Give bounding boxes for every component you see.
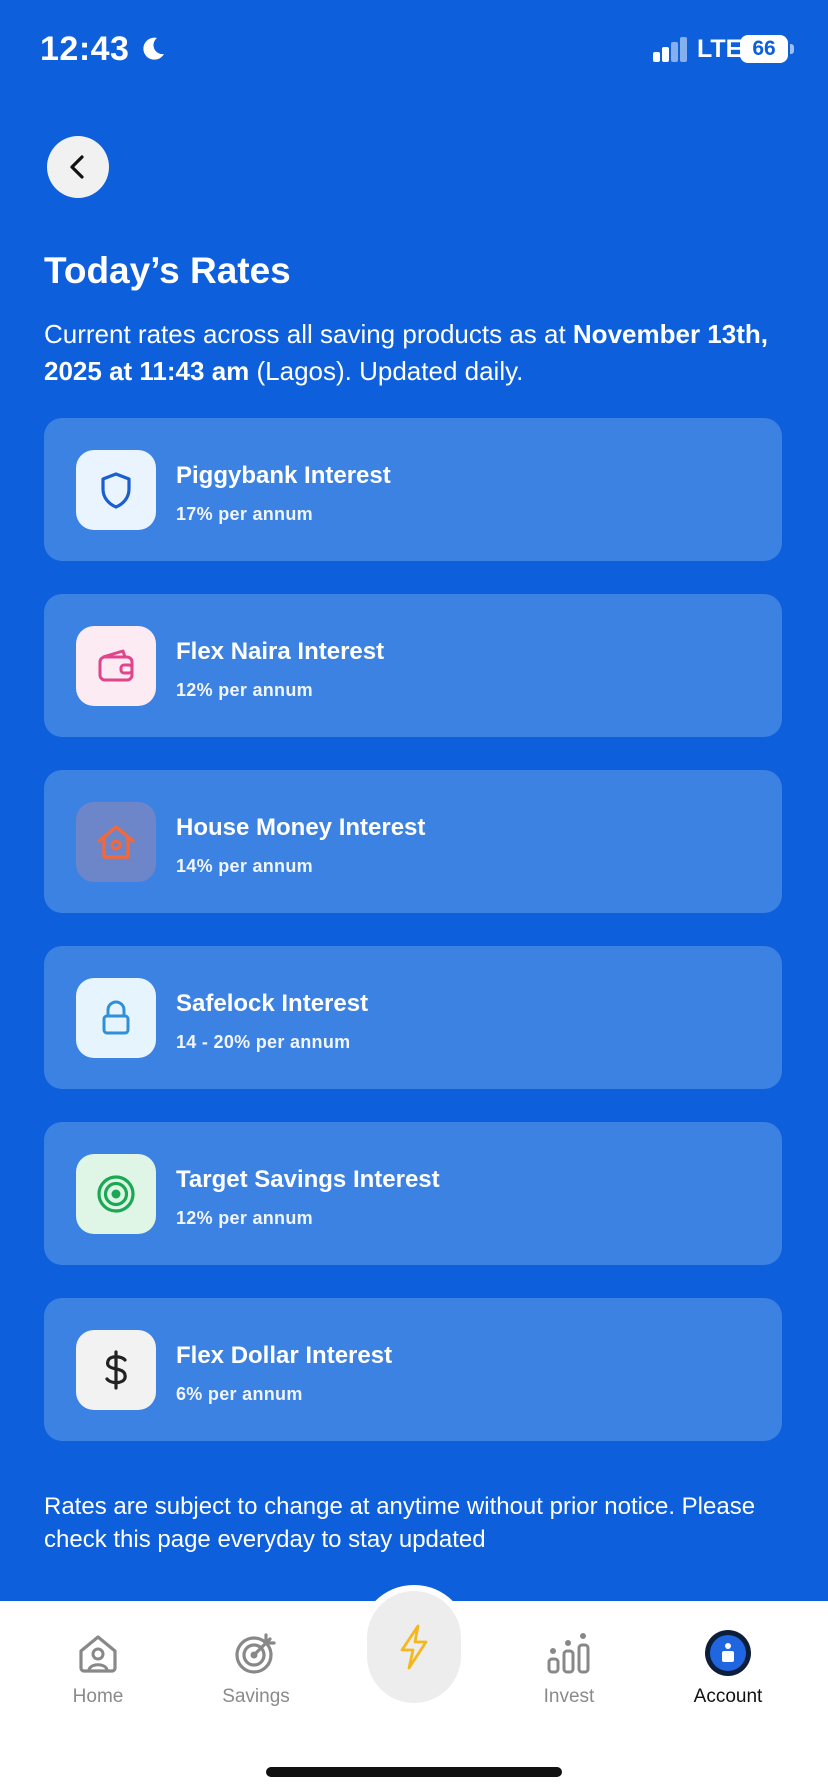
rate-card-target-savings[interactable]: Target Savings Interest 12% per annum [44, 1122, 782, 1265]
wallet-icon [98, 649, 134, 682]
rate-icon-box [76, 1330, 156, 1410]
lock-icon [102, 1000, 130, 1035]
back-button[interactable] [47, 136, 109, 198]
tab-home[interactable]: Home [33, 1628, 163, 1718]
target-icon [97, 1175, 135, 1213]
rate-card-flex-naira[interactable]: Flex Naira Interest 12% per annum [44, 594, 782, 737]
rate-name: Flex Naira Interest [176, 638, 385, 665]
rate-icon-box [76, 802, 156, 882]
tab-label: Account [693, 1686, 763, 1707]
account-icon [705, 1630, 751, 1676]
home-indicator [266, 1767, 562, 1777]
subtitle-suffix: (Lagos). Updated daily. [249, 356, 524, 386]
rate-card-flex-dollar[interactable]: Flex Dollar Interest 6% per annum [44, 1298, 782, 1441]
rate-value: 14 - 20% per annum [176, 1032, 351, 1052]
dollar-icon [105, 1350, 127, 1390]
subtitle-prefix: Current rates across all saving products… [44, 319, 573, 349]
lightning-icon [400, 1624, 428, 1670]
home-icon [79, 1635, 117, 1673]
page-title: Today’s Rates [44, 250, 291, 291]
rates-footnote: Rates are subject to change at anytime w… [44, 1493, 756, 1553]
savings-target-icon [235, 1633, 276, 1674]
rates-subtitle: Current rates across all saving products… [44, 316, 784, 390]
invest-chart-icon [547, 1633, 590, 1674]
battery-tip [790, 44, 794, 54]
tab-label: Savings [222, 1686, 290, 1707]
signal-icon [652, 36, 690, 67]
tab-label: Home [72, 1686, 124, 1707]
rate-icon-box [76, 626, 156, 706]
rate-icon-box [76, 450, 156, 530]
rate-name: Piggybank Interest [176, 462, 391, 489]
network-type: LTE [697, 35, 743, 63]
house-icon [97, 825, 135, 859]
rate-card-piggybank[interactable]: Piggybank Interest 17% per annum [44, 418, 782, 561]
rate-value: 17% per annum [176, 504, 313, 524]
rate-value: 12% per annum [176, 1208, 313, 1228]
rate-card-safelock[interactable]: Safelock Interest 14 - 20% per annum [44, 946, 782, 1089]
rate-icon-box [76, 978, 156, 1058]
rate-value: 6% per annum [176, 1384, 303, 1404]
moon-icon [140, 36, 166, 67]
rate-name: House Money Interest [176, 814, 426, 841]
tab-invest[interactable]: Invest [504, 1628, 634, 1718]
rate-name: Target Savings Interest [176, 1166, 440, 1193]
rate-name: Flex Dollar Interest [176, 1342, 393, 1369]
quick-action-button[interactable] [367, 1591, 461, 1703]
shield-icon [101, 472, 131, 509]
rate-value: 12% per annum [176, 680, 313, 700]
rate-list: Piggybank Interest 17% per annum Flex Na… [44, 418, 782, 1474]
rate-name: Safelock Interest [176, 990, 369, 1017]
rate-value: 14% per annum [176, 856, 313, 876]
rate-icon-box [76, 1154, 156, 1234]
tab-savings[interactable]: Savings [191, 1628, 321, 1718]
tab-label: Invest [543, 1686, 595, 1707]
tab-account[interactable]: Account [663, 1628, 793, 1718]
status-time: 12:43 [40, 30, 130, 68]
status-bar: 12:43 LTE 66 [0, 0, 828, 100]
battery-icon: 66 [740, 35, 788, 63]
chevron-left-icon [70, 155, 84, 179]
rate-card-house-money[interactable]: House Money Interest 14% per annum [44, 770, 782, 913]
